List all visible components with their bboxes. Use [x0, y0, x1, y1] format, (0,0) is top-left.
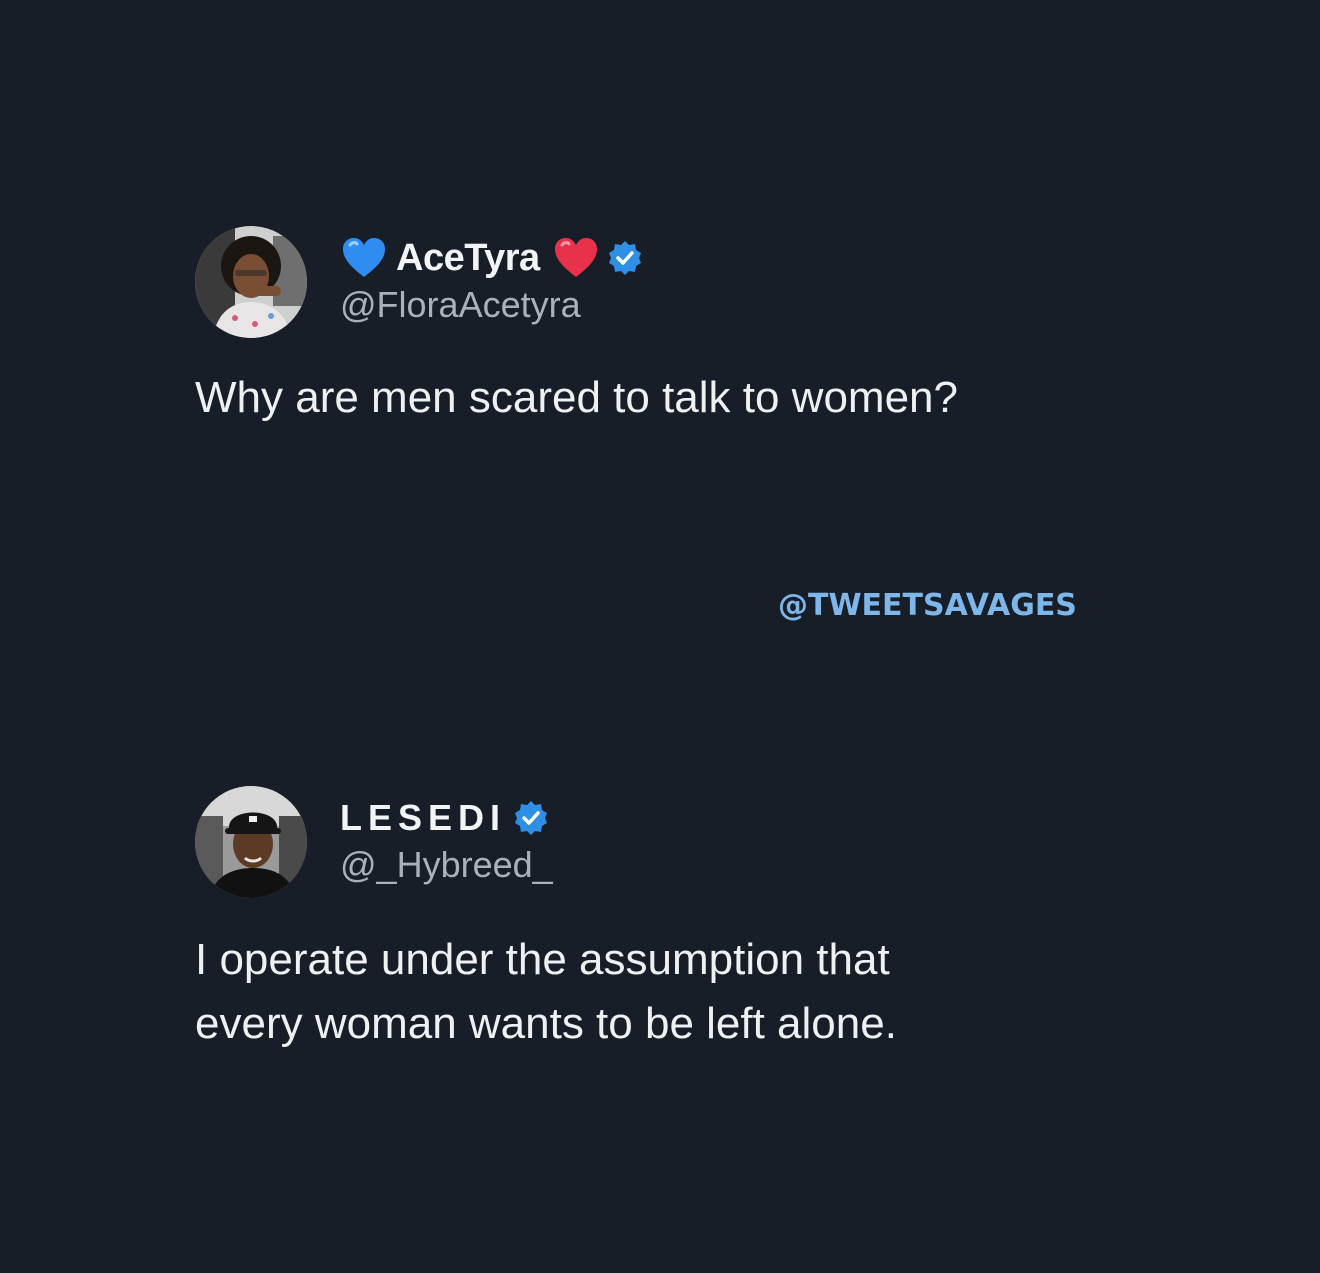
tweet-header: LESEDI @_Hybreed_ — [195, 786, 1095, 898]
handle[interactable]: @_Hybreed_ — [340, 844, 553, 886]
tweet-text: Why are men scared to talk to women? — [195, 366, 1095, 430]
handle[interactable]: @FloraAcetyra — [340, 284, 644, 326]
name-row: LESEDI — [340, 794, 553, 842]
author-info: AceTyra @FloraAcetyra — [340, 234, 644, 326]
tweet-header: AceTyra @FloraAcetyra — [195, 226, 1095, 338]
tweet-original: AceTyra @FloraAcetyra Why are men scared — [195, 226, 1095, 430]
tweet-text-line: I operate under the assumption that — [195, 935, 890, 984]
verified-badge-icon — [606, 239, 644, 277]
tweet-text-line: Why are men scared to talk to women? — [195, 373, 958, 422]
tweet-text-line: every woman wants to be left alone. — [195, 999, 897, 1048]
avatar[interactable] — [195, 786, 307, 898]
red-heart-icon — [552, 236, 600, 280]
blue-heart-icon — [340, 236, 388, 280]
name-row: AceTyra — [340, 234, 644, 282]
avatar[interactable] — [195, 226, 307, 338]
verified-badge-icon — [512, 799, 550, 837]
author-info: LESEDI @_Hybreed_ — [340, 794, 553, 886]
display-name[interactable]: LESEDI — [340, 797, 506, 839]
display-name[interactable]: AceTyra — [396, 237, 540, 280]
tweet-reply: LESEDI @_Hybreed_ I operate under the as… — [195, 786, 1095, 1056]
tweet-text: I operate under the assumption that ever… — [195, 928, 1095, 1056]
watermark: @TWEETSAVAGES — [778, 588, 1077, 623]
